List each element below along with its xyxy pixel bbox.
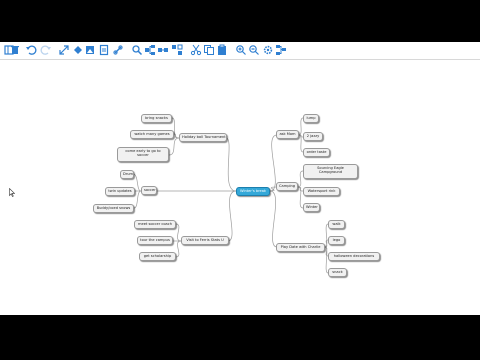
cut-icon[interactable] (190, 44, 202, 56)
play-child-2[interactable]: lego (328, 236, 345, 245)
fill-icon[interactable] (72, 44, 84, 56)
branch-holiday[interactable]: Holiday ball Tournament (179, 133, 227, 142)
holiday-child-1[interactable]: bring snacks (141, 114, 172, 123)
ask-mom-child-1[interactable]: lump (303, 114, 319, 123)
note-icon[interactable] (98, 44, 110, 56)
play-child-3[interactable]: halloween decorations (328, 252, 380, 261)
bottom-black-bar (0, 315, 480, 360)
link-icon[interactable] (112, 44, 124, 56)
trash-icon[interactable] (9, 44, 21, 56)
settings-icon[interactable] (262, 44, 274, 56)
branch-soccer[interactable]: soccer (141, 186, 157, 195)
layout-icon[interactable] (275, 44, 287, 56)
holiday-child-2[interactable]: watch many games (130, 130, 174, 139)
play-child-1[interactable]: walk (328, 220, 345, 229)
visit-child-3[interactable]: get scholarship (139, 252, 176, 261)
paste-icon[interactable] (216, 44, 228, 56)
ask-mom-child-2[interactable]: 2 jazzy (303, 132, 323, 141)
soccer-child-2[interactable]: twin updates (105, 187, 135, 196)
visit-child-1[interactable]: meet soccer coach (134, 220, 176, 229)
redo-icon[interactable] (40, 44, 52, 56)
expand-icon[interactable] (58, 44, 70, 56)
image-icon[interactable] (84, 44, 96, 56)
holiday-child-3[interactable]: come early to go to soccer (117, 147, 169, 162)
branch-visit[interactable]: Visit to Ferris Stats U (181, 236, 229, 245)
camping-child-2[interactable]: Watersport rink (303, 187, 340, 196)
copy-icon[interactable] (203, 44, 215, 56)
zoom-in-icon[interactable] (235, 44, 247, 56)
branch-ask-mom[interactable]: ask Mom (276, 130, 299, 139)
visit-child-2[interactable]: tour the campus (137, 236, 173, 245)
zoom-out-icon[interactable] (248, 44, 260, 56)
soccer-child-1[interactable]: Drum (120, 170, 134, 179)
play-child-4[interactable]: snack (328, 268, 347, 277)
mindmap-canvas[interactable]: Winter's break Holiday ball Tournament b… (0, 60, 480, 315)
add-child-icon[interactable] (144, 44, 156, 56)
camping-child-3[interactable]: Winter (303, 203, 320, 212)
undo-icon[interactable] (25, 44, 37, 56)
central-topic[interactable]: Winter's break (236, 187, 270, 196)
top-black-bar (0, 0, 480, 42)
branch-play-date[interactable]: Play Date with Charlie (276, 243, 325, 252)
soccer-child-3[interactable]: Buddy/coed snows (93, 204, 134, 213)
share-icon[interactable] (171, 44, 183, 56)
camping-child-1[interactable]: Sourcing Eagle Campground (303, 164, 358, 179)
branch-camping[interactable]: Camping (276, 182, 298, 191)
toolbar (0, 42, 480, 60)
ask-mom-child-3[interactable]: order taste (303, 148, 330, 157)
add-sibling-icon[interactable] (157, 44, 169, 56)
mouse-cursor-icon (9, 188, 15, 197)
search-icon[interactable] (131, 44, 143, 56)
